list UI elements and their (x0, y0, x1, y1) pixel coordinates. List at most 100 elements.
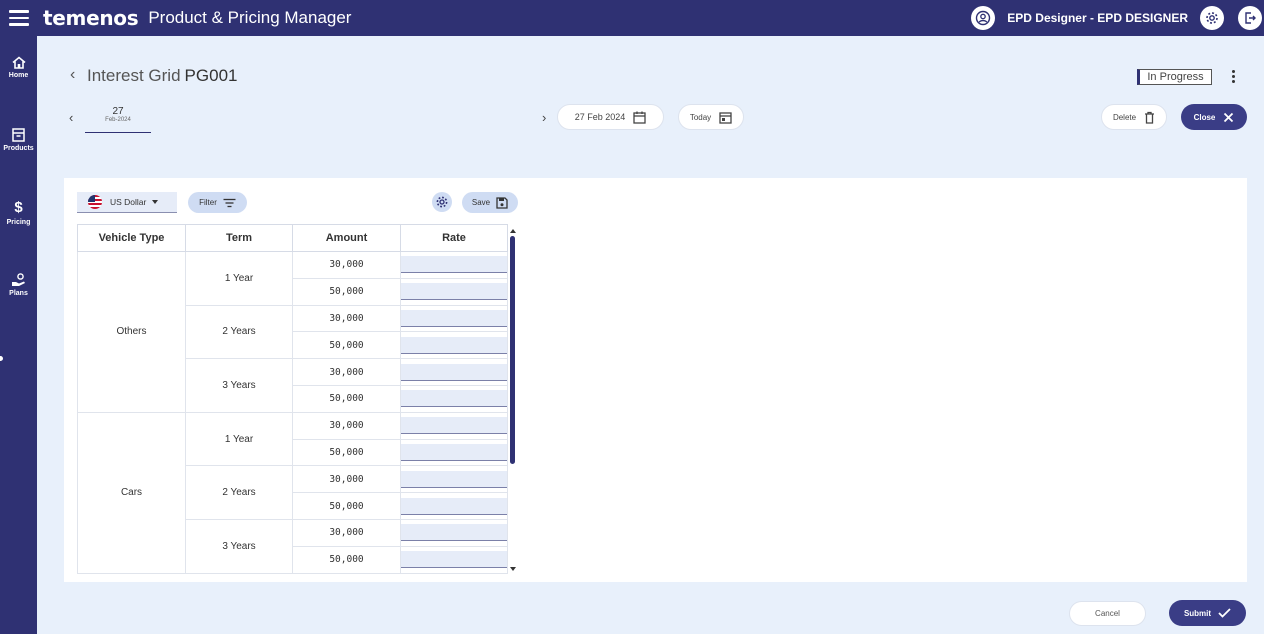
currency-value: US Dollar (110, 197, 147, 207)
date-next-chevron-icon[interactable]: › (542, 110, 546, 125)
term-cell: 1 Year (185, 411, 293, 467)
rate-input[interactable] (401, 336, 507, 354)
logout-icon[interactable] (1238, 6, 1262, 30)
table-row: Cars 1 Year 30,000 (77, 411, 508, 574)
amount-cell: 50,000 (292, 492, 401, 520)
page-title: Interest Grid PG001 (87, 66, 237, 86)
amount-cell: 50,000 (292, 384, 401, 413)
rate-cell (400, 492, 508, 520)
user-icon[interactable] (971, 6, 996, 30)
rate-input[interactable] (401, 524, 507, 542)
floppy-disk-icon (496, 196, 508, 209)
delete-label: Delete (1112, 112, 1137, 122)
rate-input[interactable] (401, 363, 507, 381)
nav-label-pricing: Pricing (6, 219, 31, 226)
amount-cell: 30,000 (292, 465, 401, 494)
rate-input[interactable] (401, 551, 507, 569)
page-title-text: Interest Grid (87, 66, 181, 85)
page-code: PG001 (184, 66, 238, 85)
rate-cell (400, 465, 508, 494)
date-picker-button[interactable]: 27 Feb 2024 (557, 104, 664, 130)
rate-cell (400, 545, 508, 574)
save-button[interactable]: Save (462, 192, 518, 213)
rate-input[interactable] (401, 309, 507, 327)
nav-expand-handle[interactable] (0, 354, 5, 363)
term-cell: 3 Years (185, 358, 293, 413)
amount-cell: 30,000 (292, 251, 401, 279)
home-icon (11, 56, 26, 69)
rate-input[interactable] (401, 497, 507, 515)
nav-item-home[interactable]: Home (0, 56, 37, 79)
amount-cell: 50,000 (292, 331, 401, 360)
calendar-icon (633, 111, 646, 124)
today-label: Today (689, 112, 712, 122)
scroll-up-arrow-icon[interactable] (510, 229, 516, 233)
rate-input[interactable] (401, 256, 507, 274)
term-cell: 2 Years (185, 304, 293, 360)
rate-cell (400, 518, 508, 547)
rate-cell (400, 411, 508, 440)
rate-cell (400, 384, 508, 413)
rate-cell (400, 358, 508, 386)
side-nav: Home Products $ Pricing Plans (0, 36, 37, 634)
grid-settings-button[interactable] (432, 192, 452, 212)
rate-cell (400, 251, 508, 279)
us-flag-icon (88, 195, 102, 209)
term-cell: 3 Years (185, 518, 293, 574)
col-header-amount[interactable]: Amount (292, 224, 401, 252)
scroll-down-arrow-icon[interactable] (510, 567, 516, 571)
user-name: EPD Designer - EPD DESIGNER (1007, 11, 1188, 25)
trash-icon (1145, 111, 1155, 124)
amount-cell: 30,000 (292, 518, 401, 547)
term-cell: 2 Years (185, 465, 293, 520)
settings-gear-icon[interactable] (1200, 6, 1224, 30)
top-bar: temenos Product & Pricing Manager EPD De… (0, 0, 1264, 36)
nav-item-products[interactable]: Products (0, 128, 37, 152)
col-header-term[interactable]: Term (185, 224, 293, 252)
rate-cell (400, 304, 508, 333)
today-button[interactable]: Today (678, 104, 744, 130)
rate-cell (400, 277, 508, 306)
nav-label-products: Products (3, 145, 34, 152)
date-prev-chevron-icon[interactable]: ‹ (69, 110, 73, 125)
calendar-today-icon (719, 111, 732, 124)
close-label: Close (1193, 112, 1216, 122)
filter-lines-icon (223, 198, 236, 207)
amount-cell: 50,000 (292, 438, 401, 467)
close-button[interactable]: Close (1181, 104, 1247, 130)
chevron-down-icon (152, 200, 159, 204)
nav-item-pricing[interactable]: $ Pricing (0, 199, 37, 227)
nav-item-plans[interactable]: Plans (0, 273, 37, 297)
submit-button[interactable]: Submit (1169, 600, 1246, 626)
amount-cell: 50,000 (292, 545, 401, 574)
delete-button[interactable]: Delete (1101, 104, 1167, 130)
col-header-rate[interactable]: Rate (400, 224, 508, 252)
rate-input[interactable] (401, 470, 507, 488)
menu-icon[interactable] (0, 0, 38, 36)
grid-scrollbar-thumb[interactable] (510, 236, 515, 464)
amount-cell: 30,000 (292, 304, 401, 333)
date-tab[interactable]: 27 Feb-2024 (85, 104, 151, 133)
rate-input[interactable] (401, 390, 507, 408)
checkmark-icon (1218, 608, 1231, 618)
more-options-icon[interactable] (1225, 67, 1241, 85)
dollar-icon: $ (14, 199, 23, 216)
filter-button[interactable]: Filter (188, 192, 247, 213)
vehicle-type-cell: Cars (77, 411, 186, 574)
app-title: Product & Pricing Manager (148, 8, 352, 27)
nav-label-plans: Plans (9, 290, 28, 297)
rate-input[interactable] (401, 283, 507, 301)
date-picker-value: 27 Feb 2024 (574, 112, 626, 122)
amount-cell: 30,000 (292, 358, 401, 386)
rate-input[interactable] (401, 417, 507, 435)
nav-label-home: Home (8, 72, 29, 79)
col-header-vehicle-type[interactable]: Vehicle Type (77, 224, 186, 252)
back-chevron-icon[interactable]: ‹ (70, 66, 75, 84)
close-icon (1224, 112, 1234, 122)
cancel-button[interactable]: Cancel (1069, 601, 1146, 626)
rate-input[interactable] (401, 443, 507, 461)
archive-box-icon (12, 128, 25, 142)
brand-logo: temenos (43, 6, 139, 30)
rate-cell (400, 438, 508, 467)
currency-select[interactable]: US Dollar (77, 192, 177, 213)
